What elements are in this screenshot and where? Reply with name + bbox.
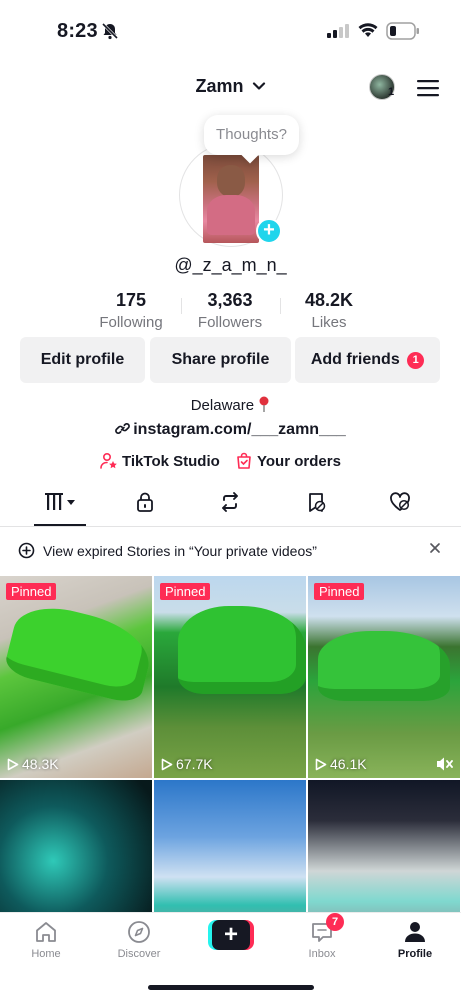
shopping-bag-check-icon [237, 452, 251, 469]
battery-icon [386, 22, 419, 40]
your-orders-link[interactable]: Your orders [235, 452, 341, 470]
person-icon [405, 922, 425, 942]
bookmark-eye-off-icon [309, 493, 326, 512]
stat-label: Likes [311, 314, 347, 331]
edit-profile-button[interactable]: Edit profile [20, 337, 145, 383]
video-grid: Pinned 48.3K Pinned 67.7K Pinned 46.1K [0, 576, 461, 912]
nav-discover[interactable]: Discover [104, 919, 174, 960]
nav-label: Profile [397, 948, 433, 960]
grid-dropdown-icon [45, 493, 75, 510]
link-icon [115, 423, 131, 434]
tool-label: Your orders [257, 453, 341, 470]
lock-icon [137, 492, 153, 512]
tab-reposts[interactable] [210, 491, 250, 517]
create-button[interactable]: + [208, 920, 254, 950]
car-shape [2, 598, 152, 706]
video-thumbnail[interactable] [154, 780, 306, 912]
profile-stats: 175 Following 3,363 Followers 48.2K Like… [0, 290, 461, 334]
tab-private[interactable] [125, 491, 165, 517]
view-count: 67.7K [161, 756, 213, 772]
stat-likes[interactable]: 48.2K Likes [269, 290, 389, 331]
video-thumbnail[interactable]: Pinned 46.1K [308, 576, 460, 778]
nav-profile[interactable]: Profile [380, 919, 450, 960]
bell-off-icon [101, 22, 119, 40]
nav-label: Home [31, 948, 61, 960]
profile-bio: Delaware [0, 396, 461, 414]
profile-avatar[interactable] [203, 155, 259, 243]
view-count: 48.3K [7, 756, 59, 772]
status-time: 8:23 [57, 20, 98, 42]
video-thumbnail[interactable] [308, 780, 460, 912]
profile-handle: @_z_a_m_n_ [174, 255, 287, 275]
tool-label: TikTok Studio [122, 453, 220, 470]
add-friends-button[interactable]: Add friends 1 [295, 337, 440, 383]
close-icon[interactable] [428, 541, 442, 555]
stat-value: 48.2K [304, 290, 354, 310]
car-shape [178, 606, 306, 694]
profile-tools: TikTok Studio Your orders [0, 452, 461, 472]
home-icon [36, 922, 56, 942]
tab-videos[interactable] [34, 491, 86, 526]
view-count-text: 46.1K [330, 756, 367, 772]
bio-text: Delaware [190, 397, 255, 414]
share-profile-button[interactable]: Share profile [150, 337, 291, 383]
heart-eye-off-icon [390, 492, 410, 511]
nav-home[interactable]: Home [11, 919, 81, 960]
thoughts-bubble[interactable]: Thoughts? [204, 115, 299, 155]
play-icon [315, 758, 327, 771]
add-friends-label: Add friends [310, 351, 400, 368]
pinned-badge: Pinned [160, 583, 211, 600]
view-count-text: 48.3K [22, 756, 59, 772]
link-text: instagram.com/___zamn___ [133, 421, 346, 438]
expired-stories-banner[interactable]: View expired Stories in “Your private vi… [0, 535, 461, 569]
profile-tabs [0, 485, 461, 527]
muted-speaker-icon [437, 757, 453, 771]
home-indicator[interactable] [148, 985, 314, 990]
tiktok-studio-link[interactable]: TikTok Studio [100, 452, 220, 470]
tab-favorites[interactable] [296, 491, 336, 517]
nav-label: Discover [117, 948, 161, 960]
play-icon [7, 758, 19, 771]
inbox-badge: 7 [326, 913, 344, 931]
repost-icon [222, 492, 238, 512]
plus-icon: + [212, 920, 250, 950]
profile-header: Zamn 1 [0, 66, 461, 106]
add-story-outline-icon [18, 542, 35, 559]
account-name: Zamn [195, 76, 244, 96]
pinned-badge: Pinned [6, 583, 57, 600]
profile-link[interactable]: instagram.com/___zamn___ [0, 421, 461, 439]
view-count: 46.1K [315, 756, 367, 772]
chevron-down-icon [252, 82, 265, 90]
video-thumbnail[interactable] [0, 780, 152, 912]
add-story-icon[interactable]: + [256, 218, 282, 244]
signal-icon [327, 24, 349, 38]
compass-icon [128, 921, 150, 943]
video-thumbnail[interactable]: Pinned 48.3K [0, 576, 152, 778]
menu-icon[interactable] [417, 79, 439, 97]
pinned-badge: Pinned [314, 583, 365, 600]
wifi-icon [358, 23, 378, 37]
studio-person-star-icon [100, 452, 117, 469]
nav-label: Inbox [308, 948, 336, 960]
nav-inbox[interactable]: Inbox [287, 919, 357, 960]
banner-text: View expired Stories in “Your private vi… [43, 543, 317, 559]
tab-liked[interactable] [380, 491, 420, 517]
round-pushpin-icon [259, 396, 269, 412]
view-count-text: 67.7K [176, 756, 213, 772]
avatar-count-badge: 1 [388, 86, 395, 98]
car-shape [318, 631, 450, 701]
video-thumbnail[interactable]: Pinned 67.7K [154, 576, 306, 778]
status-bar: 8:23 [0, 0, 461, 62]
play-icon [161, 758, 173, 771]
add-friends-badge: 1 [407, 352, 425, 369]
